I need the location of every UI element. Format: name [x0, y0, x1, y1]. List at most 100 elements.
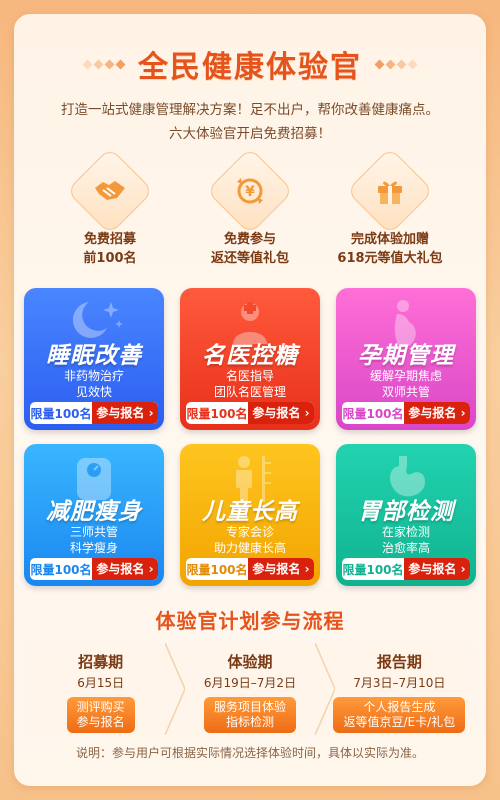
step-action-line2: 指标检测	[225, 715, 274, 729]
step-title: 体验期	[227, 653, 273, 671]
step-action-line1: 个人报告生成	[363, 700, 436, 714]
program-desc-2: 团队名医管理	[213, 385, 286, 399]
step-title: 招募期	[78, 653, 124, 671]
flow-title: 体验官计划参与流程	[155, 609, 345, 633]
program-card-pregnancy[interactable]: 孕期管理 缓解孕期焦虑 双师共管 限量100名 参与报名 ›	[336, 288, 476, 430]
benefit-line2: 618元等值大礼包	[337, 251, 443, 266]
signup-label: 参与报名	[252, 406, 301, 420]
program-card-sleep[interactable]: 睡眠改善 非药物治疗 见效快 限量100名 参与报名 ›	[24, 288, 164, 430]
program-name: 胃部检测	[358, 499, 454, 525]
program-desc-2: 双师共管	[381, 385, 430, 399]
step-date: 6月19日–7月2日	[203, 676, 297, 690]
program-limit: 限量100名	[30, 406, 92, 421]
program-limit: 限量100名	[186, 406, 248, 421]
program-desc-2: 科学瘦身	[69, 541, 118, 555]
signup-label: 参与报名	[96, 406, 145, 420]
program-signup-bar: 限量100名 参与报名 ›	[30, 402, 158, 424]
program-card-stomach[interactable]: 胃部检测 在家检测治愈率高 限量100名 参与报名 ›	[336, 444, 476, 586]
benefit-line1: 免费招募	[83, 232, 136, 247]
chevron-right-icon: ›	[300, 562, 310, 576]
step-action: 服务项目体验 指标检测	[203, 697, 296, 733]
program-name: 名医控糖	[202, 343, 298, 369]
title-row: 全民健康体验官	[0, 44, 500, 85]
program-limit: 限量100名	[186, 562, 248, 577]
intro-line-1: 打造一站式健康管理解决方案！足不出户，帮你改善健康痛点。	[61, 102, 439, 118]
program-desc-2: 见效快	[75, 385, 112, 399]
step-action-line1: 测评购买	[76, 700, 125, 714]
flow-step-report: 报告期 7月3日–7月10日 个人报告生成 返等值京豆/E卡/礼包	[324, 643, 474, 735]
program-signup-bar: 限量100名 参与报名 ›	[342, 402, 470, 424]
signup-label: 参与报名	[96, 562, 145, 576]
program-signup-bar: 限量100名 参与报名 ›	[186, 558, 314, 580]
signup-button[interactable]: 参与报名 ›	[248, 558, 314, 580]
program-desc: 专家会诊助力健康长高	[180, 524, 320, 556]
benefit-bonus-gift: 完成体验加赠 618元等值大礼包	[330, 147, 450, 268]
program-limit: 限量100名	[342, 562, 404, 577]
program-desc-1: 专家会诊	[225, 525, 274, 539]
program-signup-bar: 限量100名 参与报名 ›	[342, 558, 470, 580]
program-card-child-height[interactable]: 儿童长高 专家会诊助力健康长高 限量100名 参与报名 ›	[180, 444, 320, 586]
program-name: 减肥瘦身	[46, 499, 142, 525]
chevron-right-icon: ›	[144, 406, 154, 420]
program-limit: 限量100名	[342, 406, 404, 421]
step-action-line2: 参与报名	[76, 715, 125, 729]
chevron-right-icon: ›	[144, 562, 154, 576]
yuan-refund-icon: ¥	[206, 147, 294, 235]
signup-button[interactable]: 参与报名 ›	[92, 558, 158, 580]
signup-button[interactable]: 参与报名 ›	[92, 402, 158, 424]
signup-button[interactable]: 参与报名 ›	[404, 558, 470, 580]
step-arrow-icon	[314, 643, 335, 735]
program-desc: 缓解孕期焦虑 双师共管	[336, 368, 476, 400]
benefit-line2: 前100名	[83, 251, 137, 266]
program-desc: 非药物治疗 见效快	[24, 368, 164, 400]
flow-step-recruit: 招募期 6月15日 测评购买 参与报名	[26, 643, 186, 735]
footer-note: 说明：参与用户可根据实际情况选择体验时间，具体以实际为准。	[75, 746, 424, 760]
program-signup-bar: 限量100名 参与报名 ›	[30, 558, 158, 580]
chevron-right-icon: ›	[456, 562, 466, 576]
program-desc-1: 名医指导	[225, 369, 274, 383]
program-limit: 限量100名	[30, 562, 92, 577]
page-title: 全民健康体验官	[138, 50, 362, 85]
program-name: 孕期管理	[358, 343, 454, 369]
program-desc-2: 治愈率高	[381, 541, 430, 555]
step-date: 6月15日	[77, 676, 125, 690]
signup-label: 参与报名	[408, 406, 457, 420]
svg-text:¥: ¥	[245, 184, 255, 200]
program-signup-bar: 限量100名 参与报名 ›	[186, 402, 314, 424]
signup-button[interactable]: 参与报名 ›	[404, 402, 470, 424]
benefit-free-join: ¥ 免费参与 返还等值礼包	[190, 147, 310, 268]
chevron-right-icon: ›	[300, 406, 310, 420]
benefit-line1: 免费参与	[223, 232, 276, 247]
title-decoration-right	[374, 59, 418, 69]
step-arrow-icon	[165, 643, 186, 735]
signup-button[interactable]: 参与报名 ›	[248, 402, 314, 424]
gift-box-icon	[346, 147, 434, 235]
flow-steps: 招募期 6月15日 测评购买 参与报名 体验期 6月19日–7月2日 服务项目体验…	[26, 643, 474, 735]
program-card-diabetes[interactable]: 名医控糖 名医指导团队名医管理 限量100名 参与报名 ›	[180, 288, 320, 430]
benefit-free-recruit: 免费招募 前100名	[50, 147, 170, 268]
program-card-weightloss[interactable]: 减肥瘦身 三师共管科学瘦身 限量100名 参与报名 ›	[24, 444, 164, 586]
program-desc-2: 助力健康长高	[213, 541, 286, 555]
signup-label: 参与报名	[252, 562, 301, 576]
program-desc-1: 三师共管	[69, 525, 118, 539]
step-action: 测评购买 参与报名	[66, 697, 135, 733]
program-desc-1: 在家检测	[381, 525, 430, 539]
benefits-row: 免费招募 前100名 ¥ 免费参与 返还等值礼包 完成体验加赠 618元等值大礼…	[0, 147, 500, 268]
chevron-right-icon: ›	[456, 406, 466, 420]
intro-line-2: 六大体验官开启免费招募！	[169, 126, 331, 142]
program-name: 睡眠改善	[46, 343, 142, 369]
flow-step-experience: 体验期 6月19日–7月2日 服务项目体验 指标检测	[175, 643, 335, 735]
signup-label: 参与报名	[408, 562, 457, 576]
program-desc: 三师共管 科学瘦身	[24, 524, 164, 556]
benefit-line1: 完成体验加赠	[350, 232, 429, 247]
intro-text: 打造一站式健康管理解决方案！足不出户，帮你改善健康痛点。 六大体验官开启免费招募…	[0, 98, 500, 146]
step-action-line2: 返等值京豆/E卡/礼包	[343, 715, 456, 729]
program-desc: 名医指导团队名医管理	[180, 368, 320, 400]
program-desc: 在家检测 治愈率高	[336, 524, 476, 556]
handshake-icon	[66, 147, 154, 235]
step-action: 个人报告生成 返等值京豆/E卡/礼包	[333, 697, 466, 733]
step-title: 报告期	[376, 653, 422, 671]
program-desc-1: 缓解孕期焦虑	[369, 369, 442, 383]
benefit-line2: 返还等值礼包	[210, 251, 289, 266]
program-name: 儿童长高	[202, 499, 298, 525]
